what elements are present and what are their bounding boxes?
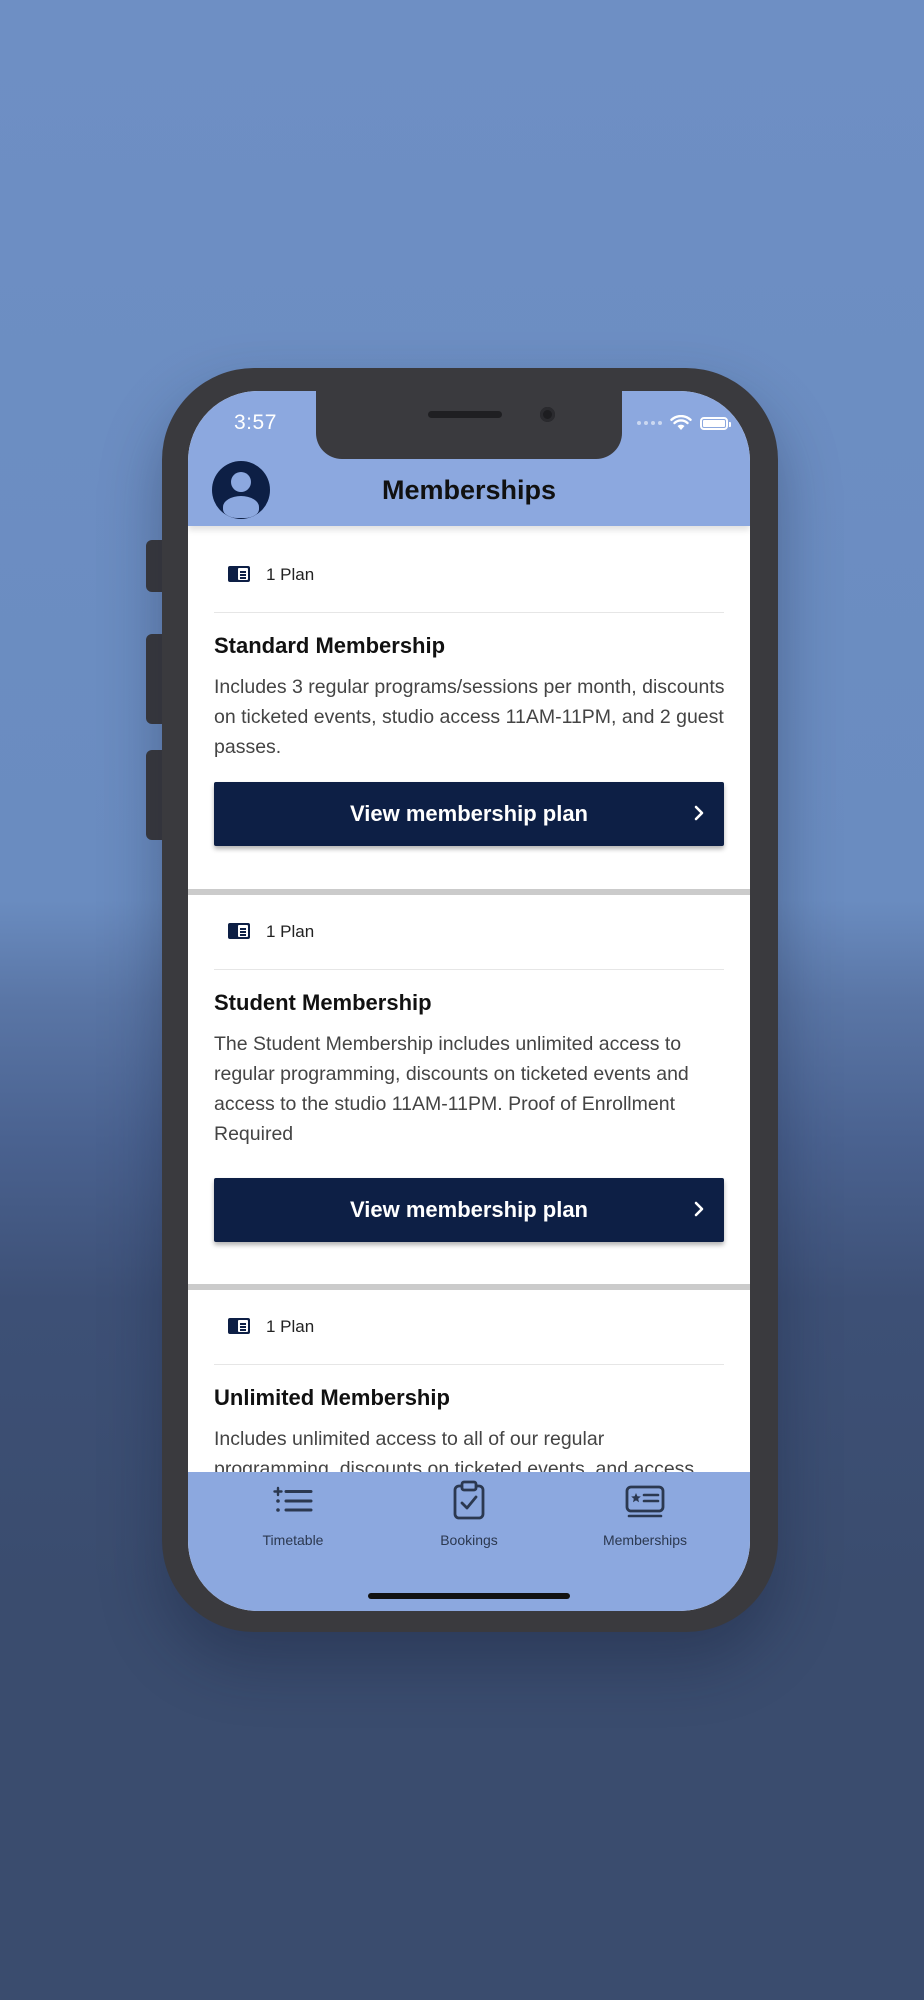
plan-book-icon bbox=[228, 923, 250, 939]
chevron-right-icon bbox=[694, 1201, 704, 1217]
membership-card-icon bbox=[625, 1485, 665, 1518]
membership-description: Includes 3 regular programs/sessions per… bbox=[214, 676, 725, 758]
membership-name: Student Membership bbox=[214, 990, 432, 1015]
status-icons bbox=[637, 415, 731, 431]
membership-name: Unlimited Membership bbox=[214, 1385, 450, 1410]
card-header: 1 Plan bbox=[214, 1290, 724, 1365]
chevron-right-icon bbox=[694, 805, 704, 821]
plan-count: 1 Plan bbox=[266, 922, 315, 941]
plan-book-icon bbox=[228, 566, 250, 582]
tab-bookings[interactable]: Bookings bbox=[399, 1472, 539, 1562]
home-indicator bbox=[368, 1593, 570, 1599]
card-header: 1 Plan bbox=[214, 895, 724, 970]
status-time: 3:57 bbox=[234, 411, 277, 434]
page-title: Memberships bbox=[381, 475, 557, 505]
plan-count: 1 Plan bbox=[266, 1317, 315, 1336]
wifi-icon bbox=[670, 415, 692, 430]
app-screen: 3:57 Memberships 1 Plan Standard Members… bbox=[188, 391, 750, 1611]
plan-book-icon bbox=[228, 1318, 250, 1334]
tab-timetable[interactable]: Timetable bbox=[223, 1472, 363, 1562]
card-header: 1 Plan bbox=[214, 538, 724, 613]
list-icon bbox=[273, 1486, 313, 1512]
speaker bbox=[428, 411, 502, 418]
membership-description: The Student Membership includes unlimite… bbox=[214, 1033, 689, 1145]
view-membership-plan-button[interactable]: View membership plan bbox=[214, 1178, 724, 1242]
clipboard-check-icon bbox=[453, 1480, 485, 1520]
plan-count: 1 Plan bbox=[266, 565, 315, 584]
membership-description: Includes unlimited access to all of our … bbox=[214, 1428, 695, 1472]
membership-name: Standard Membership bbox=[214, 633, 446, 658]
button-label: View membership plan bbox=[349, 801, 588, 826]
tab-label: Bookings bbox=[440, 1532, 498, 1548]
front-camera bbox=[540, 407, 555, 422]
bottom-tab-bar: Timetable Bookings Memberships bbox=[188, 1472, 750, 1611]
battery-icon bbox=[700, 416, 731, 430]
membership-card-student: 1 Plan Student Membership The Student Me… bbox=[188, 895, 750, 1284]
view-membership-plan-button[interactable]: View membership plan bbox=[214, 782, 724, 846]
notch bbox=[316, 391, 622, 459]
tab-label: Timetable bbox=[262, 1532, 324, 1548]
signal-icon bbox=[637, 421, 662, 425]
membership-card-unlimited: 1 Plan Unlimited Membership Includes unl… bbox=[188, 1290, 750, 1472]
membership-card-standard: 1 Plan Standard Membership Includes 3 re… bbox=[188, 526, 750, 889]
memberships-list[interactable]: 1 Plan Standard Membership Includes 3 re… bbox=[188, 526, 750, 1472]
tab-label: Memberships bbox=[602, 1532, 688, 1548]
tab-memberships[interactable]: Memberships bbox=[575, 1472, 715, 1562]
button-label: View membership plan bbox=[349, 1197, 588, 1222]
